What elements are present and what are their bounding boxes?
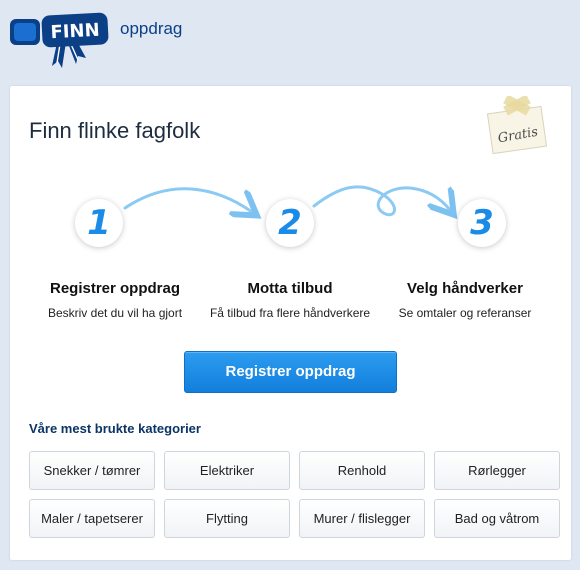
category-mason[interactable]: Murer / flislegger	[299, 499, 425, 538]
register-job-button[interactable]: Registrer oppdrag	[184, 351, 397, 393]
site-name[interactable]: oppdrag	[120, 19, 182, 39]
category-cleaning[interactable]: Renhold	[299, 451, 425, 490]
step-1-badge: 1	[75, 199, 123, 247]
main-card: Finn flinke fagfolk Gratis 1 2 3 Registr…	[10, 86, 571, 560]
category-plumber[interactable]: Rørlegger	[434, 451, 560, 490]
step-2-badge: 2	[266, 199, 314, 247]
step-2-title: Motta tilbud	[247, 280, 333, 297]
category-moving[interactable]: Flytting	[164, 499, 290, 538]
step-3-title: Velg håndverker	[407, 280, 523, 297]
top-bar: FINN oppdrag	[0, 0, 580, 84]
step-3-badge: 3	[458, 199, 506, 247]
step-2-number: 2	[278, 203, 302, 243]
category-painter[interactable]: Maler / tapetserer	[29, 499, 155, 538]
step-1-number: 1	[87, 203, 111, 243]
step-3-description: Se omtaler og referanser	[398, 306, 532, 320]
step-1-title: Registrer oppdrag	[49, 280, 181, 297]
finn-logo[interactable]: FINN	[8, 8, 112, 74]
page-title: Finn flinke fagfolk	[29, 118, 201, 143]
step-3-number: 3	[470, 203, 494, 243]
gratis-badge: Gratis	[486, 96, 548, 155]
category-bathroom[interactable]: Bad og våtrom	[434, 499, 560, 538]
categories-heading: Våre mest brukte kategorier	[29, 421, 201, 436]
category-electrician[interactable]: Elektriker	[164, 451, 290, 490]
step-2-description: Få tilbud fra flere håndverkere	[209, 306, 371, 320]
step-1-description: Beskriv det du vil ha gjort	[47, 306, 183, 320]
logo-text: FINN	[50, 20, 100, 44]
category-carpenter[interactable]: Snekker / tømrer	[29, 451, 155, 490]
